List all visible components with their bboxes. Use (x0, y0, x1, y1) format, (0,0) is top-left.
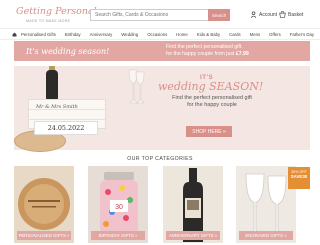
sale-badge[interactable]: 30% OFF SAVE30 (288, 167, 310, 189)
category-card-anniversary[interactable]: ANNIVERSARY GIFTS » (163, 166, 223, 243)
logo-text: Getting Personal (16, 6, 97, 17)
nav-item-anniversary[interactable]: Anniversary (90, 32, 113, 37)
account-label: Account (259, 11, 278, 18)
date-card: 24.05.2022 (34, 121, 98, 135)
account-link[interactable]: Account (250, 11, 277, 18)
svg-text:30: 30 (115, 204, 123, 211)
basket-label: Basket (288, 11, 304, 18)
category-label-personalised: PERSONALISED GIFTS » (17, 231, 71, 240)
hero-subtitle-line-2: for the happy couple (187, 101, 237, 108)
nav-item-occasions[interactable]: Occasions (147, 32, 167, 37)
nav-item-fathers-day[interactable]: Father's Day (290, 32, 314, 37)
hero-title: wedding SEASON! (158, 80, 264, 93)
promo-title: It's wedding season! (26, 46, 110, 56)
category-label-anniversary: ANNIVERSARY GIFTS » (166, 231, 220, 240)
nav-item-birthday[interactable]: Birthday (65, 32, 81, 37)
nav-item-cards[interactable]: Cards (229, 32, 240, 37)
promo-line-2-text: for the happy couple (166, 50, 214, 57)
user-icon (250, 11, 257, 18)
promo-line-2: for the happy couple from just £7.99 (166, 51, 249, 58)
promo-price: £7.99 (235, 50, 249, 57)
nav-item-offers[interactable]: Offers (269, 32, 281, 37)
search-button[interactable]: Search (208, 9, 230, 21)
champagne-glasses-image (128, 69, 145, 104)
nav-item-home[interactable]: Home (176, 32, 187, 37)
category-card-engraved[interactable]: ENGRAVED GIFTS » (236, 166, 296, 243)
nav-item-personalised-gifts[interactable]: Personalised Gifts (21, 32, 56, 37)
category-card-birthday[interactable]: 30 BIRTHDAY GIFTS » (88, 166, 148, 243)
champagne-bottle-image (46, 70, 58, 100)
hero-subtitle-line-1: Find the perfect personalised gift (172, 95, 252, 101)
home-icon[interactable] (12, 32, 17, 37)
basket-icon (279, 11, 286, 18)
category-label-engraved: ENGRAVED GIFTS » (239, 231, 293, 240)
sale-badge-code: SAVE30 (290, 173, 308, 179)
logo-tagline: MADE TO MAKE MORE (26, 19, 71, 23)
promo-text: Find the perfect personalised gift for t… (166, 44, 249, 57)
category-label-birthday: BIRTHDAY GIFTS » (91, 231, 145, 240)
site-logo[interactable]: Getting Personal MADE TO MAKE MORE (16, 6, 97, 28)
shop-here-button[interactable]: SHOP HERE » (186, 126, 232, 137)
basket-link[interactable]: Basket (279, 11, 303, 18)
top-categories-heading: OUR TOP CATEGORIES (127, 156, 193, 162)
category-card-personalised[interactable]: PERSONALISED GIFTS » (14, 166, 74, 243)
nav-item-wedding[interactable]: Wedding (121, 32, 138, 37)
hero-subtitle: Find the perfect personalised gift for t… (152, 95, 272, 109)
nav-item-mens[interactable]: Mens (250, 32, 261, 37)
promo-banner[interactable]: It's wedding season! Find the perfect pe… (14, 41, 310, 61)
main-nav: Personalised Gifts Birthday Anniversary … (0, 28, 320, 40)
nav-item-kids-baby[interactable]: Kids & Baby (197, 32, 220, 37)
crate-engraving: Mr & Mrs Smith (36, 104, 78, 110)
promo-price-prefix: from just (214, 50, 235, 57)
